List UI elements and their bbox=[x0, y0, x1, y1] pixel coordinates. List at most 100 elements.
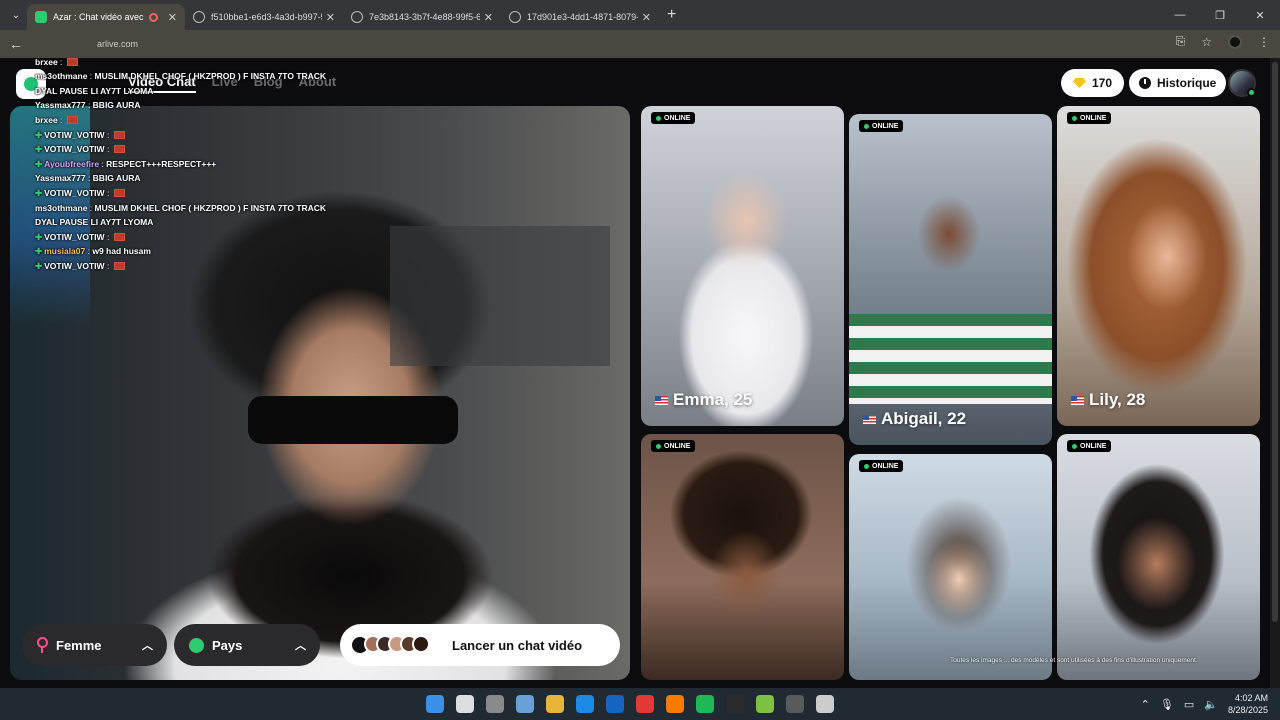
chat-username: Yassmax777 bbox=[35, 100, 86, 111]
chat-username: VOTIW_VOTIW bbox=[44, 129, 105, 140]
close-window-icon[interactable]: ✕ bbox=[1240, 9, 1280, 22]
tab-search-icon[interactable]: ⌄ bbox=[5, 4, 27, 26]
clock-icon bbox=[1139, 77, 1151, 89]
browser-toolbar: ← arlive.com ⎘ ☆ ⋮ bbox=[0, 30, 1280, 58]
new-tab-icon[interactable]: + bbox=[667, 6, 676, 24]
avatar[interactable] bbox=[1228, 69, 1256, 97]
history-button[interactable]: Historique bbox=[1129, 69, 1227, 97]
globe-icon bbox=[509, 11, 521, 23]
more-menu-icon[interactable]: ⋮ bbox=[1258, 35, 1270, 49]
chat-message: Yassmax777 : BBIG AURA bbox=[35, 100, 141, 111]
taskbar-app-icon[interactable] bbox=[576, 695, 594, 713]
tab-4[interactable]: 17d901e3-4dd1-4871-8079-bffe ✕ bbox=[501, 4, 659, 30]
chat-message: brxee : bbox=[30, 113, 340, 128]
plus-icon: ✚ bbox=[35, 187, 43, 198]
toolbar-actions: ⎘ ☆ ⋮ bbox=[1176, 34, 1270, 49]
profile-card[interactable]: ONLINE Emma, 25 bbox=[641, 106, 844, 426]
flag-icon bbox=[66, 115, 78, 124]
female-icon bbox=[37, 637, 48, 653]
country-label: Pays bbox=[212, 637, 243, 653]
profile-name: Lily, 28 bbox=[1071, 390, 1145, 410]
profile-card[interactable]: ONLINE bbox=[849, 454, 1052, 680]
chevron-up-icon[interactable]: ⌃ bbox=[1141, 698, 1150, 711]
start-video-chat-button[interactable]: Lancer un chat vidéo bbox=[340, 624, 620, 666]
close-tab-icon[interactable]: ✕ bbox=[642, 11, 651, 24]
close-tab-icon[interactable]: ✕ bbox=[326, 11, 335, 24]
chat-message: ✚ VOTIW_VOTIW : bbox=[30, 186, 340, 201]
plus-icon: ✚ bbox=[35, 158, 43, 169]
profile-card[interactable]: ONLINE bbox=[1057, 434, 1260, 680]
gender-filter-button[interactable]: Femme ︿ bbox=[22, 624, 167, 666]
stream-chat-overlay: ✚Ahmeeddd99 : brxee : ms3othmane : MUSLI… bbox=[30, 58, 340, 274]
flag-icon bbox=[113, 130, 125, 139]
profile-card[interactable]: ONLINE bbox=[641, 434, 844, 680]
plus-icon: ✚ bbox=[35, 129, 43, 140]
close-tab-icon[interactable]: ✕ bbox=[168, 11, 177, 24]
chat-message: ✚ VOTIW_VOTIW : bbox=[30, 259, 340, 274]
chat-message: ✚ VOTIW_VOTIW : bbox=[30, 128, 340, 143]
profile-card[interactable]: ONLINE Abigail, 22 bbox=[849, 114, 1052, 445]
taskbar-app-icon[interactable] bbox=[426, 695, 444, 713]
globe-icon bbox=[189, 637, 204, 653]
taskbar-app-icon[interactable] bbox=[516, 695, 534, 713]
taskbar-app-icon[interactable] bbox=[726, 695, 744, 713]
bookmark-star-icon[interactable]: ☆ bbox=[1201, 35, 1212, 49]
install-app-icon[interactable]: ⎘ bbox=[1176, 34, 1186, 49]
chat-message: ms3othmane : MUSLIM DKHEL CHOF ( HKZPROD… bbox=[35, 71, 327, 96]
chat-username: ms3othmane bbox=[35, 202, 88, 213]
minimize-icon[interactable]: — bbox=[1160, 9, 1200, 21]
taskbar-app-icon[interactable] bbox=[696, 695, 714, 713]
gem-icon bbox=[1073, 78, 1086, 88]
taskbar-clock[interactable]: 4:02 AM 8/28/2025 bbox=[1228, 692, 1268, 716]
taskbar-app-icon[interactable] bbox=[756, 695, 774, 713]
chat-username: brxee bbox=[35, 58, 58, 67]
url-text: arlive.com bbox=[97, 39, 139, 49]
profile-card[interactable]: ONLINE Lily, 28 bbox=[1057, 106, 1260, 426]
chat-text: RESPECT+++RESPECT+++ bbox=[106, 158, 217, 169]
chat-username: VOTIW_VOTIW bbox=[44, 231, 105, 242]
taskbar-app-icon[interactable] bbox=[666, 695, 684, 713]
back-arrow-icon[interactable]: ← bbox=[9, 36, 29, 52]
taskbar-app-icon[interactable] bbox=[546, 695, 564, 713]
chat-username: VOTIW_VOTIW bbox=[44, 144, 105, 155]
chat-message: ✚ VOTIW_VOTIW : bbox=[30, 142, 340, 157]
close-tab-icon[interactable]: ✕ bbox=[484, 11, 493, 24]
tab-azar[interactable]: Azar : Chat vidéo avec de n ✕ bbox=[27, 4, 185, 30]
chat-username: musiala07 bbox=[44, 246, 86, 257]
chevron-up-icon: ︿ bbox=[142, 640, 153, 652]
azar-favicon-icon bbox=[35, 11, 47, 23]
profile-icon[interactable] bbox=[1228, 34, 1242, 49]
taskbar-app-icon[interactable] bbox=[606, 695, 624, 713]
tab-title: 7e3b8143-3b7f-4e88-99f5-62b bbox=[369, 12, 480, 22]
profile-name: Abigail, 22 bbox=[863, 409, 966, 429]
flag-icon bbox=[113, 188, 125, 197]
taskbar-app-icon[interactable] bbox=[786, 695, 804, 713]
avatar-stack bbox=[350, 635, 430, 655]
chat-message: brxee : bbox=[30, 58, 340, 69]
azar-page: Video Chat Live Blog About 170 Historiqu… bbox=[0, 58, 1280, 688]
online-badge: ONLINE bbox=[1067, 440, 1112, 452]
chevron-up-icon: ︿ bbox=[295, 640, 306, 652]
chat-message: ✚ Ayoubfreefire : RESPECT+++RESPECT+++ bbox=[35, 158, 217, 169]
flag-icon bbox=[113, 145, 125, 154]
plus-icon: ✚ bbox=[35, 144, 43, 155]
page-scrollbar[interactable] bbox=[1270, 58, 1280, 688]
tab-2[interactable]: f510bbe1-e6d3-4a3d-b997-5ca ✕ bbox=[185, 4, 343, 30]
gems-button[interactable]: 170 bbox=[1061, 69, 1125, 97]
taskbar-app-icon[interactable] bbox=[486, 695, 504, 713]
taskbar-app-icon[interactable] bbox=[816, 695, 834, 713]
taskbar-app-icon[interactable] bbox=[456, 695, 474, 713]
address-bar[interactable]: arlive.com bbox=[97, 34, 138, 54]
chat-text: BBIG AURA bbox=[92, 100, 141, 111]
speaker-icon[interactable]: 🔈 bbox=[1204, 698, 1218, 711]
restore-icon[interactable]: ❐ bbox=[1200, 9, 1240, 22]
us-flag-icon bbox=[1071, 395, 1084, 405]
tab-3[interactable]: 7e3b8143-3b7f-4e88-99f5-62b ✕ bbox=[343, 4, 501, 30]
taskbar-app-icon[interactable] bbox=[636, 695, 654, 713]
globe-icon bbox=[351, 11, 363, 23]
flag-icon bbox=[113, 261, 125, 270]
microphone-icon[interactable]: 🎙 bbox=[1160, 698, 1174, 711]
display-icon[interactable]: ▭ bbox=[1184, 698, 1194, 711]
chat-message: ✚ VOTIW_VOTIW : bbox=[30, 230, 340, 245]
country-filter-button[interactable]: Pays ︿ bbox=[174, 624, 320, 666]
